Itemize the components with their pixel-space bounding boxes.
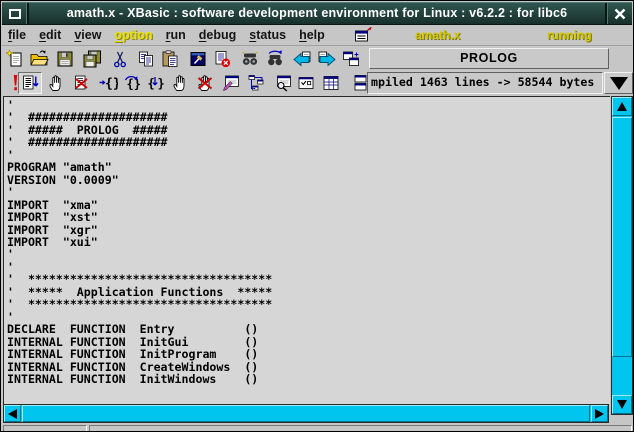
step-into-icon: {} (145, 73, 165, 93)
menubar-items: file edit view option run debug status help (8, 25, 325, 45)
vertical-scrollbar[interactable] (611, 96, 633, 415)
scroll-down-button[interactable] (612, 395, 632, 414)
edit-window-icon (221, 73, 241, 93)
step-over-icon: {} (121, 73, 141, 93)
paste-button[interactable] (158, 48, 182, 70)
navigate-forward-icon (317, 49, 337, 69)
hand-icon (46, 73, 66, 93)
scroll-right-icon (595, 409, 604, 419)
break-button[interactable] (168, 72, 192, 94)
hierarchy-icon (246, 73, 266, 93)
find-icon (240, 49, 260, 69)
clear-page-icon (71, 73, 91, 93)
save-all-icon (82, 49, 102, 69)
save-file-button[interactable] (53, 48, 77, 70)
copy-button[interactable] (134, 48, 158, 70)
window-menu-icon (9, 9, 21, 19)
horizontal-scrollbar[interactable] (3, 404, 609, 423)
run-to-brace-button[interactable]: {} (96, 72, 120, 94)
navigate-forward-button[interactable] (315, 48, 339, 70)
cut-button[interactable] (108, 48, 132, 70)
menu-status[interactable]: status (249, 28, 286, 42)
status-dropdown-button[interactable] (604, 72, 633, 94)
run-to-brace-icon: {} (98, 73, 118, 93)
scroll-left-button[interactable] (4, 405, 21, 422)
horizontal-scroll-thumb[interactable] (22, 405, 590, 422)
code-editor[interactable]: ' ' #################### ' ##### PROLOG … (3, 96, 610, 404)
find-button[interactable] (238, 48, 262, 70)
step-into-button[interactable]: {} (143, 72, 167, 94)
menubar: file edit view option run debug status help ama… (2, 25, 632, 46)
stop-button[interactable] (193, 72, 217, 94)
menu-view[interactable]: view (74, 28, 101, 42)
menu-edit[interactable]: edit (39, 28, 61, 42)
grid-window-button[interactable] (319, 72, 343, 94)
menu-help[interactable]: help (299, 28, 325, 42)
search-window-icon (273, 73, 293, 93)
open-file-button[interactable] (27, 48, 51, 70)
pause-button[interactable] (44, 72, 68, 94)
find-next-icon (265, 49, 285, 69)
compile-status-field: mpiled 1463 lines -> 58544 bytes (367, 72, 603, 94)
find-next-button[interactable] (263, 48, 287, 70)
statusbar-left-segment (3, 425, 87, 432)
svg-text:}: } (158, 77, 165, 91)
window-title: amath.x - XBasic : software development … (29, 3, 605, 24)
svg-text:{}: {} (127, 77, 141, 91)
scroll-left-icon (8, 409, 17, 419)
save-all-button[interactable] (80, 48, 104, 70)
vertical-scroll-thumb[interactable] (612, 117, 632, 357)
scroll-down-icon (617, 400, 627, 409)
menu-debug[interactable]: debug (199, 28, 237, 42)
hand-icon (170, 73, 190, 93)
save-file-icon (55, 49, 75, 69)
checkbox-window-icon (296, 73, 316, 93)
menu-file[interactable]: file (8, 28, 26, 42)
stop-hand-icon (195, 73, 215, 93)
paste-icon (160, 49, 180, 69)
delete-text-icon (212, 49, 232, 69)
svg-text:{}: {} (105, 77, 118, 92)
statusbar-right-segment (89, 425, 632, 432)
scroll-up-icon (617, 102, 627, 111)
session-name-label: amath.x (415, 28, 460, 42)
search-window-button[interactable] (271, 72, 295, 94)
window-menu-button[interactable] (2, 3, 29, 24)
tearoff-window-button[interactable] (353, 26, 373, 45)
clear-page-button[interactable] (69, 72, 93, 94)
close-button[interactable] (605, 3, 632, 24)
code-text: ' ' #################### ' ##### PROLOG … (4, 97, 610, 385)
cascade-windows-button[interactable] (339, 48, 363, 70)
checkbox-window-button[interactable] (294, 72, 318, 94)
hierarchy-button[interactable] (244, 72, 268, 94)
menu-option[interactable]: option (114, 28, 152, 42)
goto-line-icon (20, 73, 40, 93)
goto-line-button[interactable] (18, 72, 42, 94)
copy-icon (136, 49, 156, 69)
application-window: amath.x - XBasic : software development … (0, 0, 634, 432)
titlebar[interactable]: amath.x - XBasic : software development … (2, 2, 632, 25)
cut-icon (110, 49, 130, 69)
run-state-label: running (547, 28, 592, 42)
build-icon (188, 49, 208, 69)
grid-window-icon (321, 73, 341, 93)
new-file-button[interactable] (3, 48, 27, 70)
tearoff-window-icon (353, 26, 373, 46)
build-button[interactable] (186, 48, 210, 70)
open-file-icon (29, 49, 49, 69)
navigate-back-button[interactable] (290, 48, 314, 70)
edit-window-button[interactable] (219, 72, 243, 94)
scroll-up-button[interactable] (612, 97, 632, 116)
delete-text-button[interactable] (210, 48, 234, 70)
new-file-icon (5, 49, 25, 69)
dropdown-arrow-icon (610, 77, 628, 90)
menu-run[interactable]: run (166, 28, 186, 42)
step-over-button[interactable]: {} (119, 72, 143, 94)
prolog-mode-button[interactable]: PROLOG (369, 48, 609, 69)
scroll-right-button[interactable] (591, 405, 608, 422)
navigate-back-icon (292, 49, 312, 69)
close-icon (613, 7, 627, 21)
cascade-windows-icon (341, 49, 361, 69)
